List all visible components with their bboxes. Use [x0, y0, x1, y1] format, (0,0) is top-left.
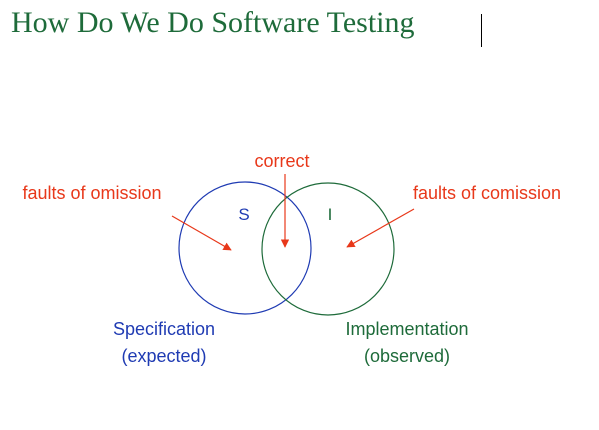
venn-diagram: S I correct faults of omission faults of…	[22, 151, 561, 366]
omission-label: faults of omission	[22, 183, 161, 203]
spec-circle-letter: S	[238, 205, 249, 224]
impl-circle-letter: I	[328, 205, 333, 224]
impl-caption-note: (observed)	[364, 346, 450, 366]
spec-caption-note: (expected)	[121, 346, 206, 366]
comission-arrow	[346, 208, 415, 248]
specification-circle	[178, 181, 312, 315]
correct-label: correct	[254, 151, 309, 171]
spec-caption-name: Specification	[113, 319, 215, 339]
comission-label: faults of comission	[413, 183, 561, 203]
impl-caption-name: Implementation	[345, 319, 468, 339]
implementation-circle	[261, 182, 395, 316]
